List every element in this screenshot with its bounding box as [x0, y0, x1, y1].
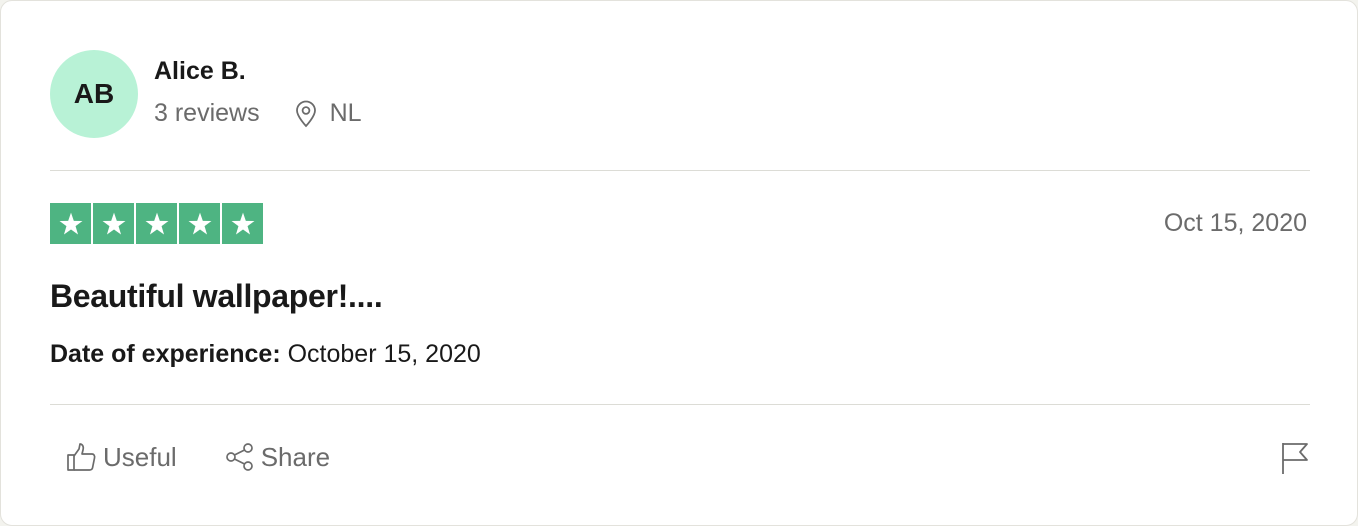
review-card: AB Alice B. 3 reviews NL Oct 15, 2020 Be…: [0, 0, 1358, 526]
star-rating: [50, 203, 263, 244]
share-label: Share: [260, 441, 331, 472]
review-actions: Useful Share: [65, 441, 330, 473]
star-icon: [93, 203, 134, 244]
star-icon: [136, 203, 177, 244]
location-pin-icon: [294, 100, 318, 128]
share-icon: [225, 442, 255, 472]
experience-label: Date of experience:: [50, 340, 281, 368]
star-icon: [50, 203, 91, 244]
divider: [50, 404, 1310, 405]
review-title[interactable]: Beautiful wallpaper!....: [50, 278, 383, 315]
star-icon: [179, 203, 220, 244]
reviewer-name[interactable]: Alice B.: [154, 57, 246, 86]
star-icon: [222, 203, 263, 244]
useful-button[interactable]: Useful: [65, 441, 177, 473]
review-count: 3 reviews: [154, 99, 260, 127]
divider: [50, 170, 1310, 171]
report-flag-button[interactable]: [1280, 441, 1310, 480]
avatar[interactable]: AB: [50, 50, 138, 138]
avatar-initials: AB: [73, 78, 115, 109]
experience-date: October 15, 2020: [287, 340, 481, 368]
useful-label: Useful: [103, 441, 177, 472]
thumbs-up-icon: [65, 441, 97, 473]
review-date: Oct 15, 2020: [1163, 209, 1307, 237]
date-of-experience: Date of experience: October 15, 2020: [50, 340, 481, 369]
share-button[interactable]: Share: [225, 442, 330, 473]
reviewer-meta: 3 reviews NL: [154, 99, 362, 128]
flag-icon: [1280, 441, 1310, 480]
reviewer-country: NL: [329, 99, 362, 127]
